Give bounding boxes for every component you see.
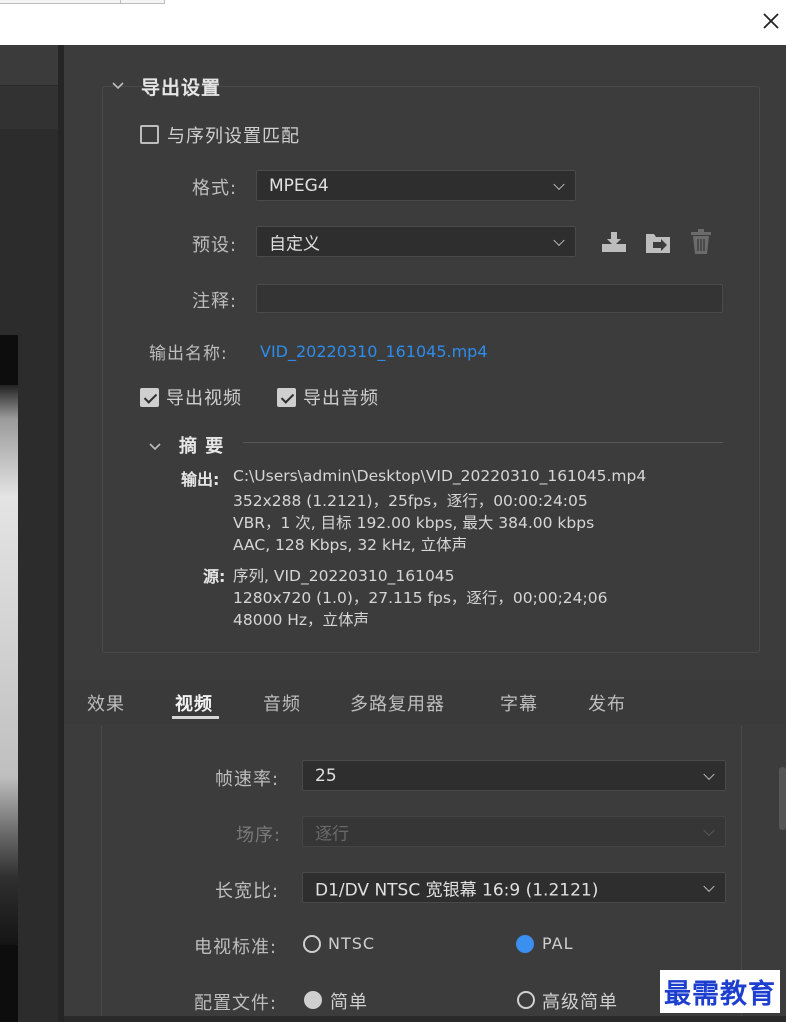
chevron-down-icon: [703, 824, 715, 836]
tab-publish[interactable]: 发布: [588, 690, 626, 716]
aspect-select[interactable]: D1/DV NTSC 宽银幕 16:9 (1.2121): [302, 872, 726, 903]
export-video-label: 导出视频: [166, 388, 242, 409]
ntsc-label: NTSC: [328, 934, 376, 953]
ntsc-radio[interactable]: [303, 935, 321, 953]
output-name-label: 输出名称:: [149, 344, 228, 364]
settings-scrollbar[interactable]: [779, 767, 786, 830]
tab-captions[interactable]: 字幕: [500, 690, 538, 716]
bottom-edge: [64, 1016, 786, 1022]
field-order-select: 逐行: [302, 816, 726, 847]
export-settings-collapse-toggle[interactable]: [111, 76, 125, 95]
advanced-simple-profile-label: 高级简单: [542, 992, 618, 1013]
save-preset-icon: [602, 232, 626, 252]
chevron-down-icon: [149, 443, 161, 451]
chevron-down-icon: [112, 82, 124, 90]
field-order-value: 逐行: [315, 824, 349, 844]
preview-tab-strip: [0, 45, 58, 85]
field-order-label: 场序:: [236, 825, 282, 846]
window-title-bar: [0, 0, 786, 45]
chevron-down-icon: [553, 234, 565, 246]
summary-output-line: VBR，1 次, 目标 192.00 kbps, 最大 384.00 kbps: [233, 514, 595, 532]
preview-video-frame: [0, 335, 18, 1022]
close-icon: [763, 13, 779, 29]
summary-output-line: C:\Users\admin\Desktop\VID_20220310_1610…: [233, 467, 647, 485]
active-tab-indicator: [172, 716, 219, 719]
match-sequence-label: 与序列设置匹配: [167, 126, 300, 147]
tab-multiplexer[interactable]: 多路复用器: [350, 690, 445, 716]
profile-label: 配置文件:: [194, 993, 278, 1014]
summary-output-line: 352x288 (1.2121)，25fps，逐行，00:00:24:05: [233, 492, 588, 510]
watermark-logo: 最需教育: [660, 970, 780, 1013]
pal-label: PAL: [542, 934, 574, 953]
frame-rate-select[interactable]: 25: [302, 760, 726, 791]
tab-audio[interactable]: 音频: [263, 690, 301, 716]
format-value: MPEG4: [269, 175, 329, 196]
summary-source-line: 48000 Hz，立体声: [233, 611, 370, 629]
summary-source-line: 序列, VID_20220310_161045: [233, 567, 455, 585]
export-video-checkbox[interactable]: [140, 388, 159, 407]
export-settings-title: 导出设置: [141, 77, 222, 99]
tab-video[interactable]: 视频: [175, 690, 213, 716]
pal-radio[interactable]: [516, 935, 534, 953]
frame-rate-value: 25: [315, 765, 337, 786]
import-preset-icon: [646, 234, 670, 253]
chevron-down-icon: [703, 880, 715, 892]
chevron-down-icon: [703, 768, 715, 780]
delete-preset-button[interactable]: [689, 229, 713, 259]
summary-collapse-toggle[interactable]: [148, 437, 162, 456]
import-preset-button[interactable]: [643, 229, 673, 259]
delete-preset-icon: [691, 229, 711, 254]
preview-video-image: [0, 385, 18, 945]
preview-toolbar: [0, 85, 58, 129]
comments-label: 注释:: [192, 291, 238, 312]
chevron-down-icon: [553, 178, 565, 190]
summary-divider: [243, 442, 723, 443]
summary-output-line: AAC, 128 Kbps, 32 kHz, 立体声: [233, 536, 468, 554]
advanced-simple-profile-radio[interactable]: [517, 991, 535, 1009]
summary-source-line: 1280x720 (1.0)，27.115 fps，逐行，00;00;24;06: [233, 589, 608, 607]
format-label: 格式:: [192, 178, 238, 199]
summary-output-key: 输出:: [181, 470, 220, 489]
export-audio-checkbox[interactable]: [277, 388, 296, 407]
output-name-link[interactable]: VID_20220310_161045.mp4: [260, 342, 488, 361]
comments-input[interactable]: [256, 284, 723, 313]
simple-profile-radio[interactable]: [304, 991, 322, 1009]
tab-effects[interactable]: 效果: [87, 690, 125, 716]
preset-label: 预设:: [192, 235, 238, 256]
aspect-label: 长宽比:: [215, 881, 280, 902]
summary-source-key: 源:: [203, 567, 226, 586]
frame-rate-label: 帧速率:: [215, 769, 280, 790]
preset-value: 自定义: [269, 234, 320, 254]
background-tab-divider: [120, 0, 166, 4]
summary-title: 摘 要: [179, 436, 225, 457]
preset-select[interactable]: 自定义: [256, 226, 576, 257]
simple-profile-label: 简单: [330, 992, 368, 1013]
close-button[interactable]: [758, 8, 784, 34]
tv-standard-label: 电视标准:: [194, 937, 278, 958]
aspect-value: D1/DV NTSC 宽银幕 16:9 (1.2121): [315, 880, 599, 900]
match-sequence-checkbox[interactable]: [140, 125, 159, 144]
save-preset-button[interactable]: [600, 230, 628, 258]
export-audio-label: 导出音频: [303, 388, 379, 409]
format-select[interactable]: MPEG4: [256, 170, 576, 201]
